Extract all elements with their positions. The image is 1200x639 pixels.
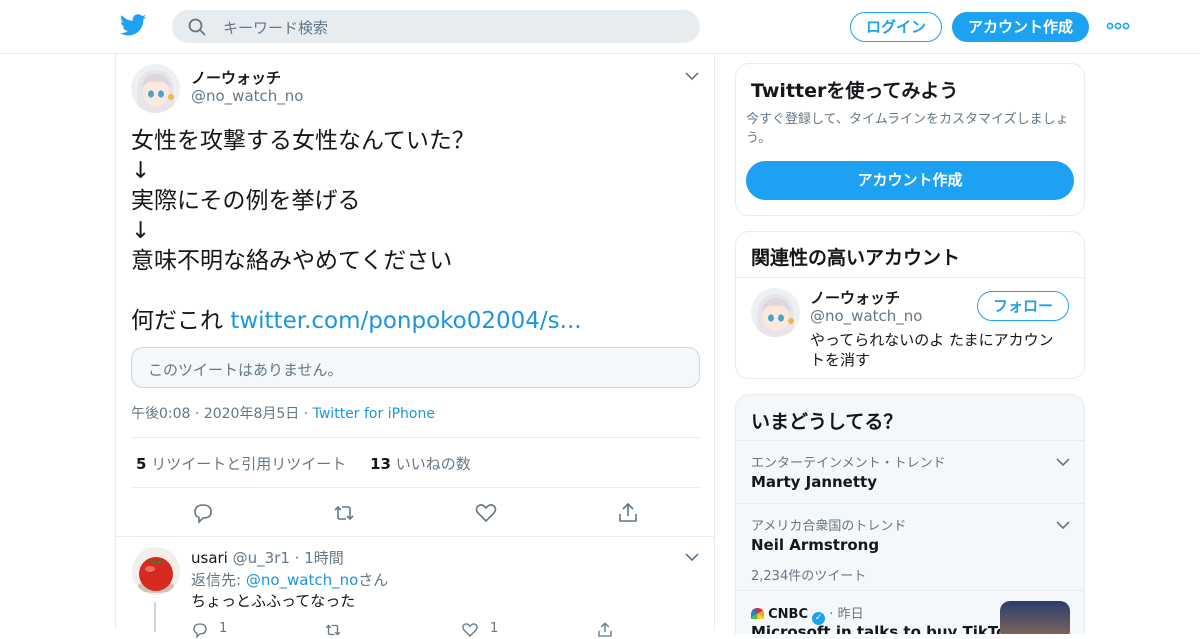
twitter-bird-icon[interactable] — [120, 13, 146, 37]
reply-count: 1 — [219, 621, 228, 636]
avatar[interactable] — [131, 64, 180, 113]
follow-button[interactable]: フォロー — [977, 291, 1069, 321]
tomato-avatar-image — [132, 547, 180, 595]
reply-author-name[interactable]: usari — [191, 549, 228, 567]
divider — [736, 277, 1084, 278]
reply-to: 返信先: @no_watch_noさん — [191, 571, 389, 589]
trend-item[interactable]: エンターテインメント・トレンド Marty Jannetty — [736, 440, 1084, 503]
tweet-author-handle[interactable]: @no_watch_no — [191, 87, 303, 105]
signup-button[interactable]: アカウント作成 — [952, 12, 1089, 42]
quoted-tweet-unavailable: このツイートはありません。 — [131, 347, 700, 388]
chevron-down-icon[interactable] — [685, 71, 699, 81]
tweet-date[interactable]: 2020年8月5日 — [204, 406, 299, 422]
top-bar: キーワード検索 ログイン アカウント作成 — [0, 0, 1200, 54]
signup-card: Twitterを使ってみよう 今すぐ登録して、タイムラインをカスタマイズしましょ… — [735, 63, 1085, 216]
reply-header: usari @u_3r1 · 1時間 — [191, 549, 344, 567]
tweet-time[interactable]: 午後0:08 — [131, 406, 190, 422]
trend-tweet-count: 2,234件のツイート — [751, 569, 867, 584]
trend-name: Neil Armstrong — [751, 536, 880, 554]
signup-card-description: 今すぐ登録して、タイムラインをカスタマイズしましょう。 — [746, 112, 1069, 146]
more-options-icon[interactable] — [1106, 18, 1130, 34]
trend-name: Marty Jannetty — [751, 473, 877, 491]
like-icon[interactable] — [461, 621, 479, 639]
tweet-text: 女性を攻撃する女性なんていた？ ↓ 実際にその例を挙げる ↓ 意味不明な絡みやめ… — [131, 128, 582, 334]
chevron-down-icon[interactable] — [685, 552, 699, 562]
anime-avatar-image — [751, 288, 800, 337]
retweet-icon[interactable] — [324, 621, 342, 639]
search-icon — [188, 18, 206, 36]
related-accounts-card: 関連性の高いアカウント ノーウォッチ @no_watch_no フォロー やって… — [735, 231, 1085, 379]
reply-avatar[interactable] — [132, 547, 180, 595]
trend-context: エンターテインメント・トレンド — [751, 456, 946, 471]
reply-time[interactable]: 1時間 — [304, 549, 344, 567]
cnbc-logo-icon — [751, 608, 764, 619]
retweet-stat[interactable]: 5 リツイートと引用リツイート — [136, 455, 346, 473]
trend-context: アメリカ合衆国のトレンド — [751, 519, 907, 534]
share-icon[interactable] — [596, 621, 614, 639]
news-headline: Microsoft in talks to buy TikTok — [751, 623, 1017, 634]
tweet-author-name[interactable]: ノーウォッチ — [191, 67, 281, 88]
chevron-down-icon[interactable] — [1056, 457, 1070, 467]
related-account-handle[interactable]: @no_watch_no — [810, 307, 922, 325]
news-thumbnail — [1000, 601, 1070, 634]
divider — [131, 487, 700, 488]
divider — [131, 437, 700, 438]
reply-icon[interactable] — [191, 501, 215, 525]
avatar[interactable] — [751, 288, 800, 337]
reply-to-handle[interactable]: @no_watch_no — [246, 571, 358, 589]
tweet-source[interactable]: Twitter for iPhone — [313, 406, 435, 422]
signup-card-title: Twitterを使ってみよう — [751, 80, 959, 102]
tweet-metadata: 午後0:08 · 2020年8月5日 · Twitter for iPhone — [131, 406, 435, 422]
trends-title: いまどうしてる？ — [751, 411, 903, 433]
retweet-icon[interactable] — [332, 501, 356, 525]
related-accounts-title: 関連性の高いアカウント — [751, 247, 961, 269]
login-button[interactable]: ログイン — [850, 12, 942, 42]
divider — [116, 536, 714, 537]
news-source: CNBC ✓ · 昨日 — [751, 603, 864, 625]
like-stat[interactable]: 13 いいねの数 — [370, 455, 471, 473]
search-input[interactable]: キーワード検索 — [223, 17, 328, 38]
tweet-stats: 5 リツイートと引用リツイート 13 いいねの数 — [136, 453, 471, 474]
like-icon[interactable] — [474, 501, 498, 525]
tweet-column: ノーウォッチ @no_watch_no 女性を攻撃する女性なんていた？ ↓ 実際… — [115, 54, 715, 639]
search-box[interactable]: キーワード検索 — [172, 10, 700, 43]
like-count: 1 — [490, 621, 499, 636]
reply-author-handle[interactable]: @u_3r1 — [233, 549, 290, 567]
reply-icon[interactable] — [191, 621, 209, 639]
reply-text: ちょっとふふってなった — [191, 592, 356, 610]
related-account-name[interactable]: ノーウォッチ — [810, 287, 900, 308]
trends-card: いまどうしてる？ エンターテインメント・トレンド Marty Jannetty … — [735, 394, 1085, 634]
signup-card-button[interactable]: アカウント作成 — [746, 161, 1074, 200]
share-icon[interactable] — [616, 501, 640, 525]
related-account-bio: やってられないのよ たまにアカウントを消す — [810, 331, 1054, 369]
anime-avatar-image — [131, 64, 180, 113]
news-item[interactable]: CNBC ✓ · 昨日 Microsoft in talks to buy Ti… — [736, 590, 1084, 634]
chevron-down-icon[interactable] — [1056, 520, 1070, 530]
thread-line — [154, 602, 156, 632]
tweet-link[interactable]: twitter.com/ponpoko02004/s... — [230, 308, 581, 334]
trend-item[interactable]: アメリカ合衆国のトレンド Neil Armstrong 2,234件のツイート — [736, 503, 1084, 590]
